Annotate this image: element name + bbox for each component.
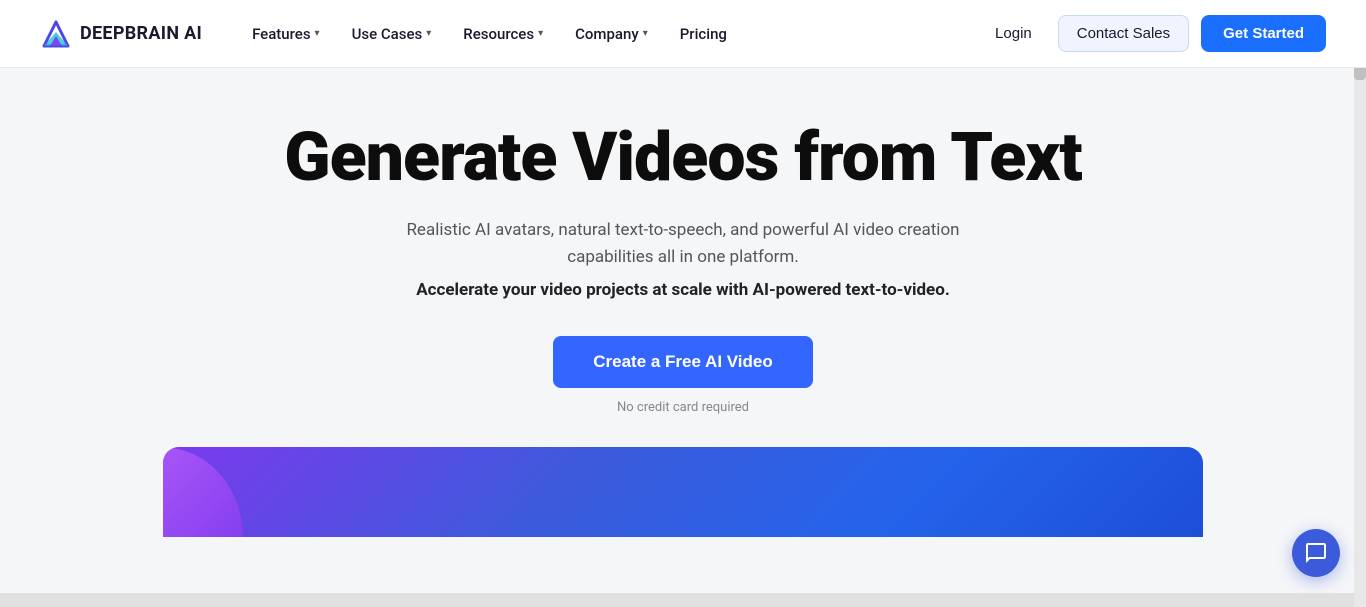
no-credit-card-text: No credit card required [617, 400, 749, 415]
hero-subtitle-bold: Accelerate your video projects at scale … [416, 277, 950, 304]
brand-name: DEEPBRAIN AI [80, 23, 202, 44]
scrollbar-track [1354, 0, 1366, 607]
nav-company[interactable]: Company ▾ [561, 17, 662, 51]
create-video-button[interactable]: Create a Free AI Video [553, 336, 813, 388]
chat-icon [1304, 541, 1328, 565]
nav-links: Features ▾ Use Cases ▾ Resources ▾ Compa… [238, 17, 981, 51]
hero-section: Generate Videos from Text Realistic AI a… [0, 68, 1366, 537]
bottom-scrollbar[interactable] [0, 593, 1354, 607]
logo-link[interactable]: DEEPBRAIN AI [40, 18, 202, 50]
contact-sales-button[interactable]: Contact Sales [1058, 15, 1189, 52]
use-cases-chevron-icon: ▾ [426, 28, 431, 39]
nav-actions: Login Contact Sales Get Started [981, 15, 1326, 52]
nav-features[interactable]: Features ▾ [238, 17, 334, 51]
navbar: DEEPBRAIN AI Features ▾ Use Cases ▾ Reso… [0, 0, 1366, 68]
nav-pricing[interactable]: Pricing [666, 17, 741, 51]
nav-resources[interactable]: Resources ▾ [449, 17, 557, 51]
company-chevron-icon: ▾ [643, 28, 648, 39]
logo-icon [40, 18, 72, 50]
bottom-scrollbar-thumb[interactable] [0, 593, 1354, 607]
video-preview-decoration [163, 447, 283, 537]
video-preview [163, 447, 1203, 537]
login-button[interactable]: Login [981, 17, 1046, 50]
nav-use-cases[interactable]: Use Cases ▾ [338, 17, 446, 51]
resources-chevron-icon: ▾ [538, 28, 543, 39]
features-chevron-icon: ▾ [315, 28, 320, 39]
hero-title: Generate Videos from Text [284, 120, 1081, 195]
get-started-button[interactable]: Get Started [1201, 15, 1326, 52]
chat-bubble-button[interactable] [1292, 529, 1340, 577]
hero-subtitle: Realistic AI avatars, natural text-to-sp… [363, 217, 1003, 271]
